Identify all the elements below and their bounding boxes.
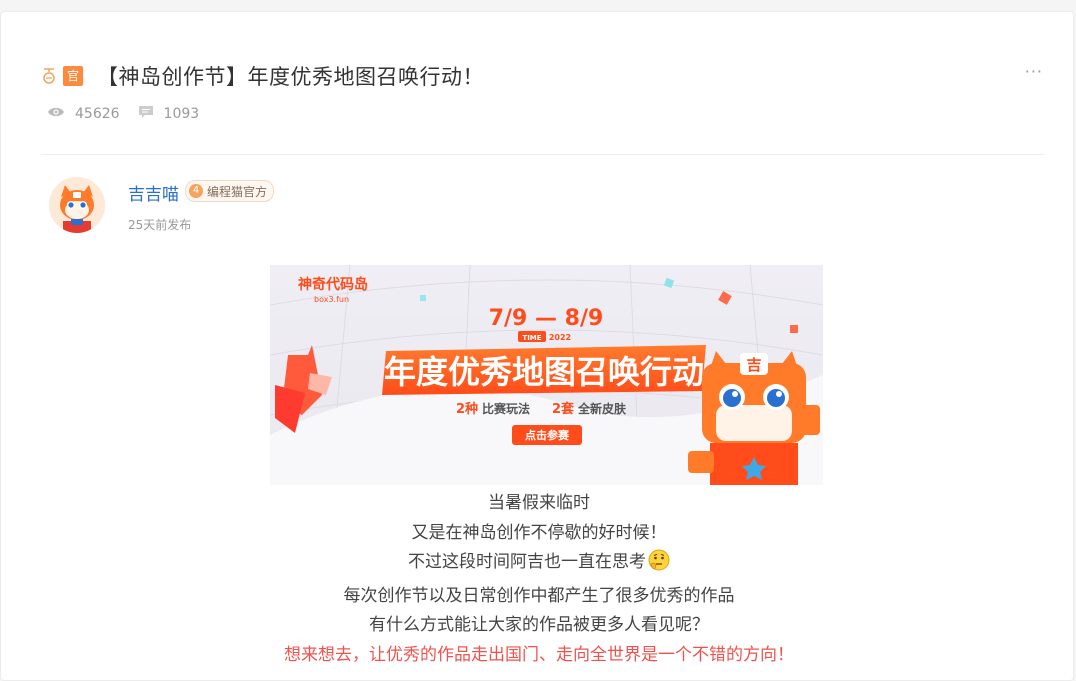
- eye-icon: [47, 106, 65, 122]
- banner-headline: 年度优秀地图召唤行动: [384, 353, 704, 391]
- pin-icon: [41, 65, 57, 87]
- comment-count: 1093: [163, 106, 200, 122]
- content-line: 当暑假来临时: [488, 493, 590, 513]
- post-time: 25天前发布: [128, 218, 192, 232]
- banner-sub-num2: 2套: [552, 401, 575, 417]
- event-banner-image[interactable]: 神奇代码岛 box3.fun 7/9 — 8/9 TIME 2022 年度优秀地…: [270, 265, 823, 485]
- banner-date: 7/9 — 8/9: [489, 306, 604, 331]
- post-title-row: 官 【神岛创作节】年度优秀地图召唤行动！: [41, 62, 484, 90]
- official-badge: 官: [63, 66, 83, 86]
- content-line-with-emoji: 不过这段时间阿吉也一直在思考: [1, 548, 1076, 582]
- author-name[interactable]: 吉吉喵: [128, 180, 179, 205]
- banner-logo: 神奇代码岛: [298, 276, 368, 293]
- post-stats: 45626 1093: [47, 105, 217, 123]
- banner-sub-text2: 全新皮肤: [577, 401, 627, 416]
- content-highlight-line: 想来想去，让优秀的作品走出国门、走向全世界是一个不错的方向！: [284, 644, 794, 665]
- level-number: 4: [189, 184, 203, 198]
- content-line-text: 不过这段时间阿吉也一直在思考: [408, 552, 646, 572]
- banner-cta: 点击参赛: [525, 428, 570, 442]
- banner-sub-num1: 2种: [456, 401, 478, 417]
- author-tag: 编程猫官方: [207, 184, 268, 199]
- content-line: 有什么方式能让大家的作品被更多人看见呢？: [369, 615, 709, 635]
- mascot-char: 吉: [746, 356, 761, 374]
- divider: [41, 154, 1045, 155]
- thinking-emoji-icon: [648, 549, 670, 582]
- banner-logo-sub: box3.fun: [314, 295, 349, 304]
- banner-time-label: TIME: [522, 334, 541, 342]
- post-content: 当暑假来临时 又是在神岛创作不停歇的好时候！ 不过这段时间阿吉也一直在思考 每次…: [1, 489, 1076, 670]
- view-count: 45626: [75, 106, 120, 122]
- avatar[interactable]: [49, 177, 105, 233]
- author-level-badge: 4 编程猫官方: [185, 180, 275, 202]
- content-line: 又是在神岛创作不停歇的好时候！: [411, 522, 667, 543]
- post-card: 官 【神岛创作节】年度优秀地图召唤行动！ ··· 45626 1093 吉吉喵 …: [0, 11, 1074, 681]
- banner-sub-text1: 比赛玩法: [482, 401, 530, 416]
- post-title: 【神岛创作节】年度优秀地图召唤行动！: [97, 65, 484, 89]
- more-icon[interactable]: ···: [1025, 62, 1043, 81]
- comment-icon: [138, 105, 154, 123]
- content-line: 每次创作节以及日常创作中都产生了很多优秀的作品: [343, 585, 735, 606]
- banner-year: 2022: [549, 333, 571, 342]
